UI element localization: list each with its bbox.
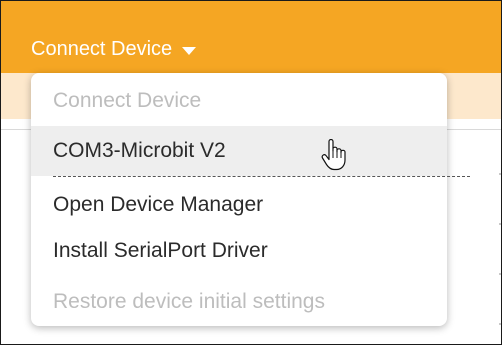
menu-item-com3-microbit[interactable]: COM3-Microbit V2 <box>31 126 447 176</box>
menu-item-open-device-manager[interactable]: Open Device Manager <box>31 180 447 230</box>
hand-pointer-icon <box>321 139 346 171</box>
menu-item-restore-settings: Restore device initial settings <box>31 277 447 327</box>
caret-down-icon <box>182 46 197 55</box>
connect-device-dropdown[interactable]: Connect Device <box>31 35 197 63</box>
menu-item-label: COM3-Microbit V2 <box>53 139 226 162</box>
menu-bar: Connect Device <box>1 1 501 73</box>
menu-separator <box>53 176 470 177</box>
connect-device-label: Connect Device <box>31 37 173 60</box>
menu-item-install-serialport-driver[interactable]: Install SerialPort Driver <box>31 226 447 276</box>
connect-device-menu: Connect Device COM3-Microbit V2 Open Dev… <box>31 73 470 327</box>
background-ticks <box>499 161 501 341</box>
menu-item-label: Restore device initial settings <box>53 290 325 313</box>
menu-item-connect-device: Connect Device <box>31 76 447 126</box>
app-window: Connect Device Connect Device COM3-Micro… <box>0 0 502 345</box>
menu-item-label: Open Device Manager <box>53 193 264 216</box>
menu-item-label: Connect Device <box>53 89 202 112</box>
menu-item-label: Install SerialPort Driver <box>53 239 268 262</box>
